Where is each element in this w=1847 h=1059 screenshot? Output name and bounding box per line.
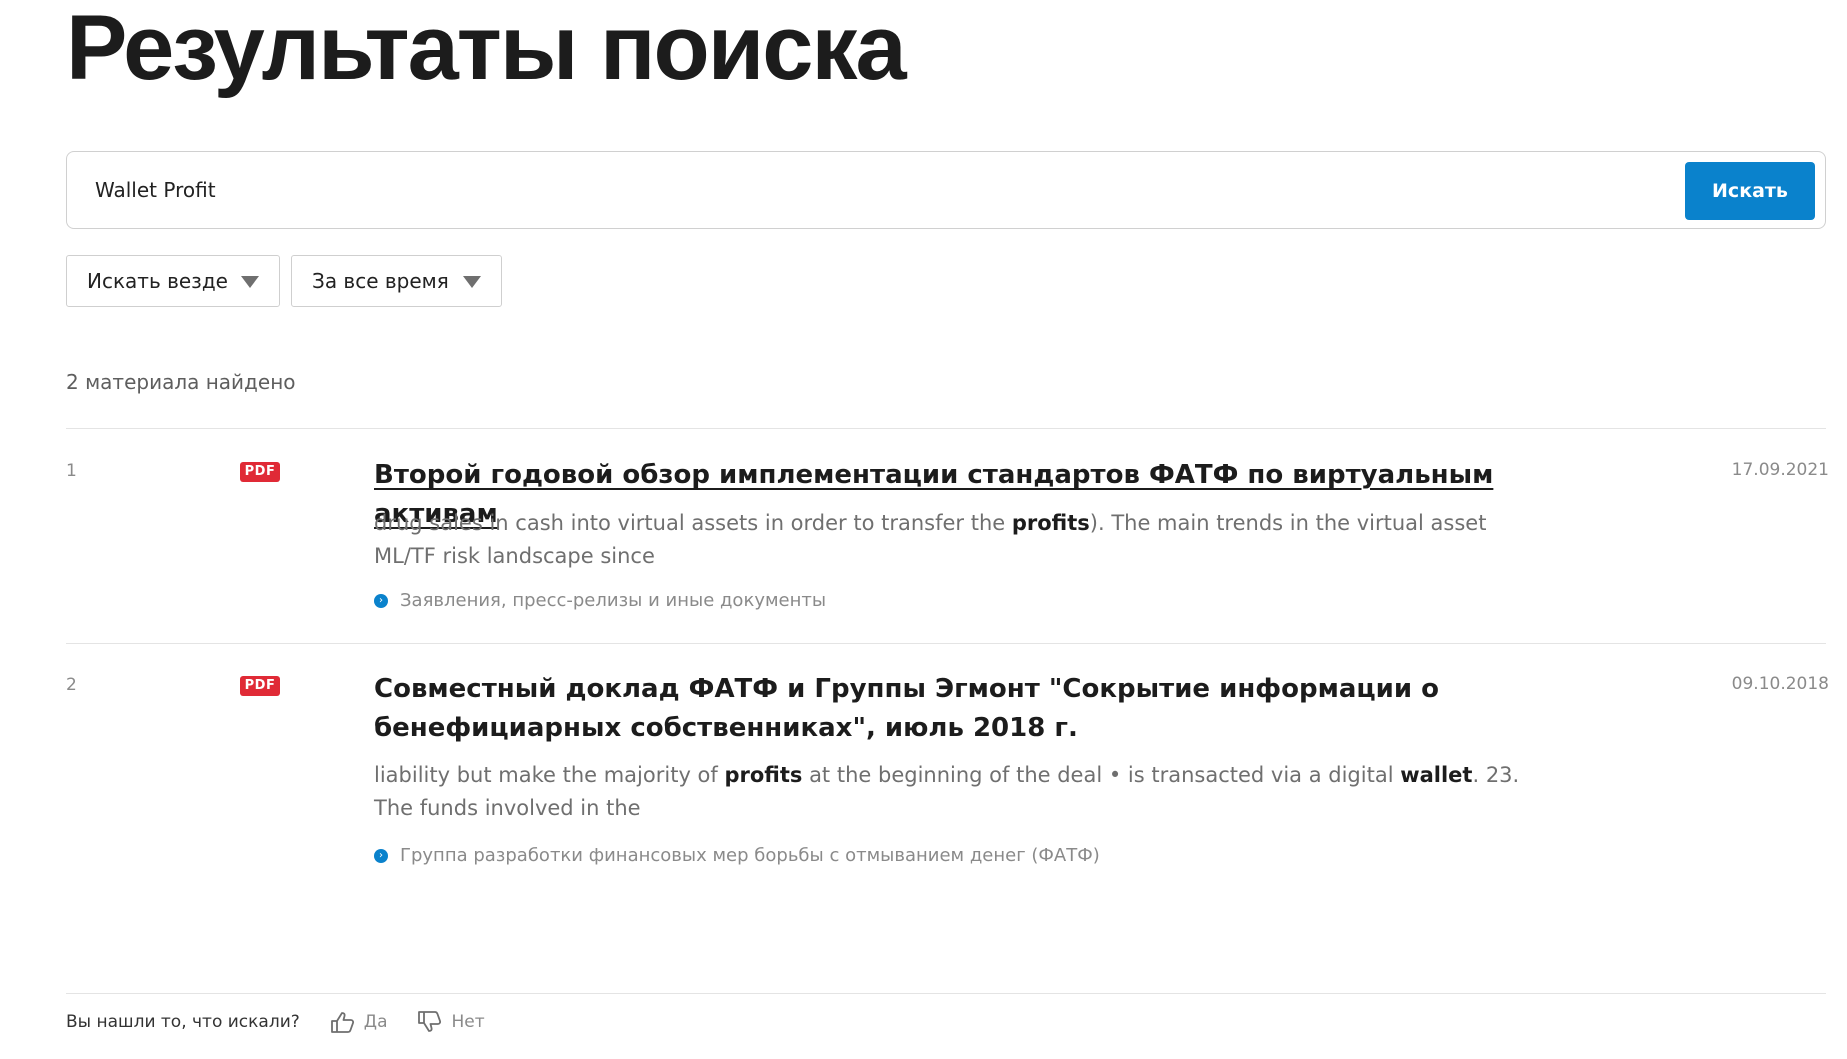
result-number: 2 bbox=[66, 675, 77, 695]
result-number: 1 bbox=[66, 461, 77, 481]
snippet-highlight: profits bbox=[1011, 511, 1090, 535]
feedback-no-button[interactable]: Нет bbox=[417, 1010, 485, 1034]
page-title: Результаты поиска bbox=[66, 0, 907, 99]
pdf-badge: PDF bbox=[240, 676, 280, 696]
result-date: 09.10.2018 bbox=[1731, 674, 1829, 694]
result-title-link[interactable]: Совместный доклад ФАТФ и Группы Эгмонт "… bbox=[374, 670, 1554, 748]
period-dropdown-label: За все время bbox=[312, 269, 449, 293]
divider bbox=[66, 993, 1826, 994]
caret-down-icon bbox=[241, 276, 259, 288]
snippet-highlight: profits bbox=[724, 763, 803, 787]
scope-dropdown[interactable]: Искать везде bbox=[66, 255, 280, 307]
result-date: 17.09.2021 bbox=[1731, 460, 1829, 480]
search-bar: Искать bbox=[66, 151, 1826, 229]
feedback-yes-button[interactable]: Да bbox=[330, 1010, 388, 1034]
feedback-no-label: Нет bbox=[451, 1012, 485, 1032]
feedback-question: Вы нашли то, что искали? bbox=[66, 1012, 300, 1032]
arrow-circle-icon: › bbox=[374, 593, 388, 608]
result-category-label: Заявления, пресс-релизы и иные документы bbox=[400, 590, 827, 611]
divider bbox=[66, 643, 1826, 644]
arrow-circle-icon: › bbox=[374, 848, 388, 863]
search-button[interactable]: Искать bbox=[1685, 162, 1815, 220]
result-category-label: Группа разработки финансовых мер борьбы … bbox=[400, 845, 1100, 866]
feedback-yes-label: Да bbox=[363, 1012, 388, 1032]
feedback-bar: Вы нашли то, что искали? Да Нет bbox=[66, 1010, 485, 1034]
search-input[interactable] bbox=[95, 170, 1655, 210]
caret-down-icon bbox=[463, 276, 481, 288]
result-category-link[interactable]: › Заявления, пресс-релизы и иные докумен… bbox=[374, 590, 826, 611]
results-count: 2 материала найдено bbox=[66, 370, 296, 394]
snippet-text: drug sales in cash into virtual assets i… bbox=[374, 511, 1012, 535]
snippet-text: at the beginning of the deal • is transa… bbox=[802, 763, 1401, 787]
thumbs-up-icon bbox=[330, 1012, 354, 1033]
snippet-text: liability but make the majority of bbox=[374, 763, 725, 787]
result-snippet: drug sales in cash into virtual assets i… bbox=[374, 507, 1544, 573]
result-snippet: liability but make the majority of profi… bbox=[374, 759, 1544, 825]
snippet-highlight: wallet bbox=[1400, 763, 1473, 787]
thumbs-down-icon bbox=[418, 1011, 442, 1032]
period-dropdown[interactable]: За все время bbox=[291, 255, 502, 307]
scope-dropdown-label: Искать везде bbox=[87, 269, 228, 293]
result-category-link[interactable]: › Группа разработки финансовых мер борьб… bbox=[374, 845, 1100, 866]
pdf-badge: PDF bbox=[240, 462, 280, 482]
divider bbox=[66, 428, 1826, 429]
